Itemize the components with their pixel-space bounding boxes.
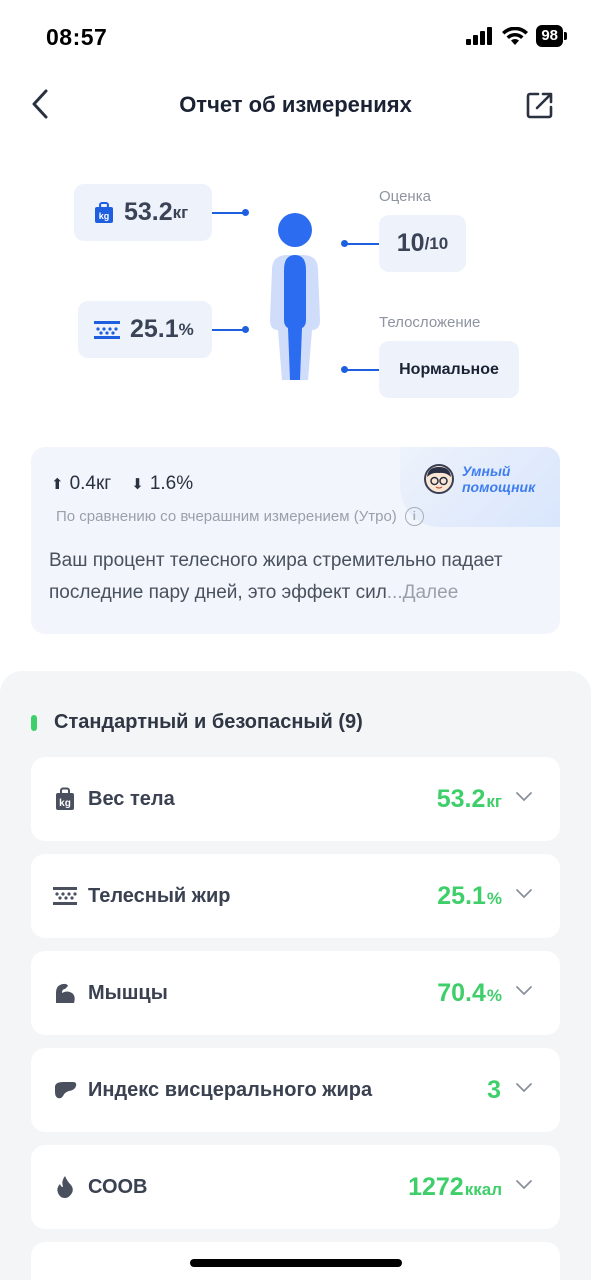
fat-summary-value: 25.1 [130,315,179,343]
score-max: /10 [424,233,449,253]
metric-value: 25.1% [437,882,502,911]
build-connector [344,369,379,371]
metric-label: Вес тела [88,787,175,810]
weight-summary-card: kg 53.2 кг [74,184,212,241]
metric-unit: ккал [464,1179,502,1199]
metric-label: Мышцы [88,981,168,1004]
score-label: Оценка [379,188,431,205]
muscle-icon [56,983,75,1003]
fat-connector [212,329,244,331]
weight-connector-dot [242,209,249,216]
arrow-up-icon: ⬆ [51,476,64,493]
metric-label: СООВ [88,1175,148,1198]
metric-number: 70.4 [437,978,486,1007]
chevron-down-icon [516,889,532,899]
build-card: Нормальное [379,341,519,398]
assistant-card: Умный помощник ⬆ 0.4кг ⬇ 1.6% По сравнен… [31,447,560,634]
share-icon [526,92,553,119]
metric-unit: % [486,888,502,908]
metric-unit: % [486,985,502,1005]
svg-text:kg: kg [59,798,71,809]
metric-row-weight[interactable]: kg Вес тела 53.2 кг [31,757,560,841]
share-button[interactable] [525,90,555,120]
metric-value: 53.2 кг [437,785,502,814]
chevron-down-icon [516,986,532,996]
battery-indicator: 98 [536,25,567,47]
compare-label: По сравнению со вчерашним измерением (Ут… [56,508,397,525]
status-time: 08:57 [46,24,108,50]
fat-delta-value: 1.6% [149,473,194,494]
metric-row-muscle[interactable]: Мышцы 70.4% [31,951,560,1035]
svg-text:kg: kg [99,211,110,221]
assistant-button[interactable]: Умный помощник [424,463,542,495]
metric-row-visceral-fat[interactable]: Индекс висцерального жира 3 [31,1048,560,1132]
score-connector [344,243,379,245]
metrics-panel: Стандартный и безопасный (9) kg Вес тела… [0,671,591,1280]
metric-value: 3 [487,1076,502,1105]
flame-icon [57,1176,73,1198]
weight-delta: ⬆ 0.4кг [51,473,111,495]
weight-icon: kg [56,787,74,810]
fat-delta: ⬇ 1.6% [131,473,193,495]
body-fat-icon [94,320,120,339]
metric-row-bmr[interactable]: СООВ 1272 ккал [31,1145,560,1229]
metric-number: 25.1 [437,881,486,910]
metric-label: Телесный жир [88,884,231,907]
metric-number: 3 [487,1075,501,1104]
assistant-name: Умный помощник [462,463,536,495]
build-label: Телосложение [379,314,481,331]
fat-connector-dot [242,326,249,333]
section-accent-bar [31,714,37,731]
weight-icon: kg [95,201,113,223]
metric-value: 70.4% [437,979,502,1008]
metric-number: 1272 [408,1172,464,1201]
section-header: Стандартный и безопасный (9) [31,711,363,734]
body-figure-icon [270,213,320,380]
metric-value: 1272 ккал [408,1173,502,1202]
weight-summary-unit: кг [172,202,189,222]
fat-summary-unit: % [178,319,194,339]
advice-text: Ваш процент телесного жира стремительно … [49,545,549,609]
signal-icon [466,27,493,45]
header: Отчет об измерениях [0,76,591,136]
chevron-down-icon [516,792,532,802]
score-card: 10 /10 [379,215,466,272]
score-value: 10 [396,229,425,257]
read-more-link[interactable]: ...Далее [387,582,459,603]
chevron-down-icon [516,1083,532,1093]
weight-connector [212,212,244,214]
wifi-icon [502,26,529,45]
metric-label: Индекс висцерального жира [88,1078,373,1101]
info-icon[interactable]: i [404,507,424,526]
body-fat-icon [53,887,77,905]
section-title: Стандартный и безопасный (9) [54,711,363,733]
weight-summary-value: 53.2 [124,198,173,226]
metric-row-body-fat[interactable]: Телесный жир 25.1% [31,854,560,938]
metric-number: 53.2 [436,784,486,813]
compare-text: По сравнению со вчерашним измерением (Ут… [56,507,424,526]
status-icons: 98 [466,25,567,47]
fat-summary-card: 25.1 % [78,301,212,358]
chevron-down-icon [516,1180,532,1190]
arrow-down-icon: ⬇ [131,476,144,493]
delta-row: ⬆ 0.4кг ⬇ 1.6% [51,473,207,495]
home-indicator[interactable] [190,1259,402,1267]
organ-icon [55,1082,77,1099]
weight-delta-value: 0.4кг [69,473,112,494]
page-title: Отчет об измерениях [179,92,412,117]
status-bar: 08:57 98 [0,0,591,76]
assistant-avatar-icon [424,464,454,494]
metric-unit: кг [486,791,502,811]
